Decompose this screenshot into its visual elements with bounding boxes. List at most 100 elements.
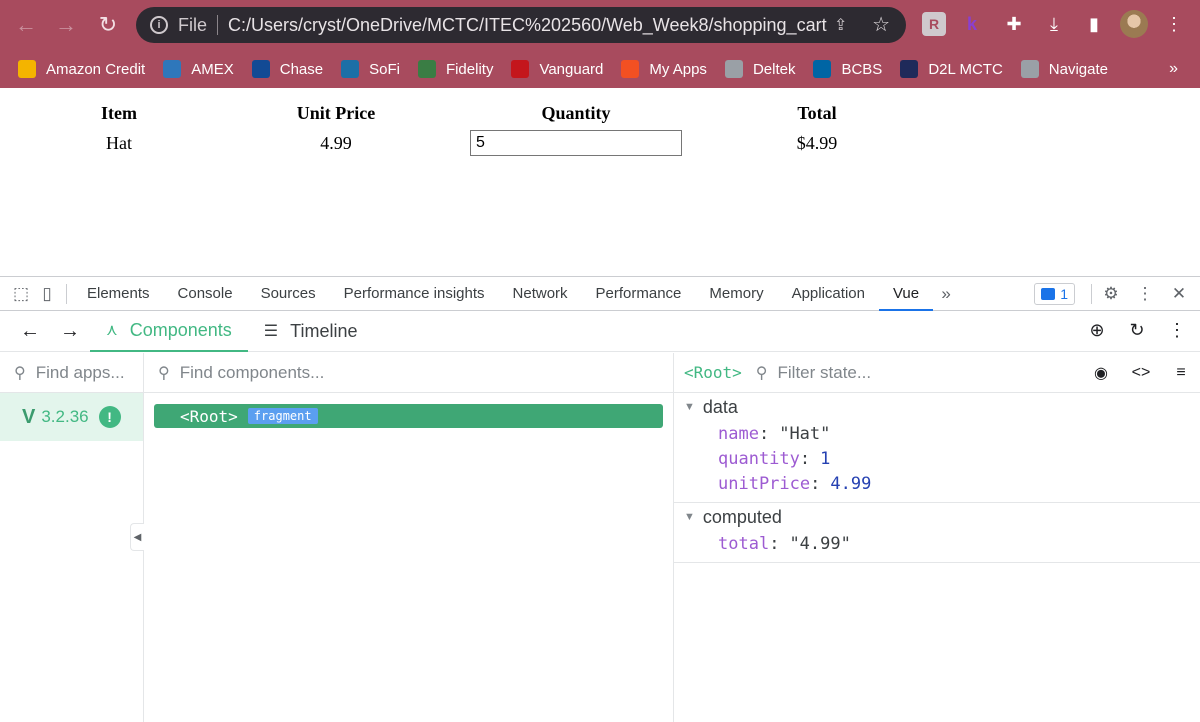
bookmark-favicon-icon xyxy=(813,60,832,78)
close-devtools-icon[interactable]: ✕ xyxy=(1166,281,1192,307)
component-tree-root[interactable]: <Root> fragment xyxy=(154,404,663,428)
search-icon: ⚲ xyxy=(158,364,170,382)
bookmark-fidelity[interactable]: Fidelity xyxy=(417,60,494,78)
vue-menu-icon[interactable]: ⋮ xyxy=(1166,319,1188,341)
forward-icon[interactable]: → xyxy=(46,5,86,45)
bookmark-my-apps[interactable]: My Apps xyxy=(621,60,707,78)
share-icon[interactable]: ⇪ xyxy=(834,15,854,35)
devtools-panel: ⬚ ▯ Elements Console Sources Performance in… xyxy=(0,276,1200,722)
bookmark-deltek[interactable]: Deltek xyxy=(724,60,795,78)
reload-icon[interactable]: ↻ xyxy=(88,5,128,45)
state-prop-name[interactable]: name: "Hat" xyxy=(674,421,1200,446)
bookmark-favicon-icon xyxy=(621,60,640,78)
find-apps-search[interactable]: ⚲ Find apps... xyxy=(0,353,143,393)
expand-triangle-icon[interactable]: ▼ xyxy=(684,401,695,413)
expand-triangle-icon[interactable]: ▼ xyxy=(684,511,695,523)
issues-count: 1 xyxy=(1060,285,1068,302)
device-toolbar-icon[interactable]: ▯ xyxy=(34,281,60,307)
bookmark-star-icon[interactable]: ☆ xyxy=(872,12,890,37)
bookmark-d2l-mctc[interactable]: D2L MCTC xyxy=(900,60,1003,78)
vue-back-icon[interactable]: ← xyxy=(10,311,50,351)
state-section-title[interactable]: ▼ computed xyxy=(674,503,1200,531)
bookmark-chase[interactable]: Chase xyxy=(251,60,324,78)
url-text[interactable]: C:/Users/cryst/OneDrive/MCTC/ITEC%202560… xyxy=(228,15,828,36)
issues-badge[interactable]: 1 xyxy=(1034,282,1075,305)
devtools-tab-application[interactable]: Application xyxy=(778,277,879,311)
devtools-tab-performance-insights[interactable]: Performance insights xyxy=(330,277,499,311)
bookmark-amex[interactable]: AMEX xyxy=(163,60,234,78)
state-section-title[interactable]: ▼ data xyxy=(674,393,1200,421)
bookmark-label: AMEX xyxy=(191,60,234,78)
shopping-cart-table: Item Unit Price Quantity Total Hat 4.99 … xyxy=(36,100,952,160)
bookmark-navigate[interactable]: Navigate xyxy=(1020,60,1108,78)
state-root-label: <Root> xyxy=(684,363,742,382)
bookmark-favicon-icon xyxy=(251,60,270,78)
profile-avatar[interactable] xyxy=(1120,10,1148,38)
vue-devtools-bar: ← → ⋏ Components ☰ Timeline ⊕ ↻ ⋮ xyxy=(0,311,1200,352)
bookmark-bcbs[interactable]: BCBS xyxy=(813,60,882,78)
filter-state-placeholder[interactable]: Filter state... xyxy=(778,363,872,383)
search-icon: ⚲ xyxy=(755,364,768,382)
warning-icon[interactable]: ! xyxy=(98,406,121,428)
address-bar[interactable]: i File C:/Users/cryst/OneDrive/MCTC/ITEC… xyxy=(136,7,906,43)
prop-value: 4.99 xyxy=(830,473,872,494)
state-prop-total[interactable]: total: "4.99" xyxy=(674,531,1200,556)
app-version: 3.2.36 xyxy=(41,407,89,426)
collapse-pane-icon[interactable]: ◀ xyxy=(130,523,144,551)
devtools-tab-vue[interactable]: Vue xyxy=(878,277,934,311)
item-cell: Hat xyxy=(106,132,132,153)
more-tabs-icon[interactable]: » xyxy=(933,281,959,307)
settings-icon[interactable]: ⚙ xyxy=(1098,281,1124,307)
bookmark-label: D2L MCTC xyxy=(928,60,1003,78)
devtools-tab-console[interactable]: Console xyxy=(164,277,247,311)
page-content: Item Unit Price Quantity Total Hat 4.99 … xyxy=(0,88,1200,276)
collapse-all-icon[interactable]: ≡ xyxy=(1170,362,1192,384)
bookmark-vanguard[interactable]: Vanguard xyxy=(511,60,603,78)
bookmark-amazon-credit[interactable]: Amazon Credit xyxy=(18,60,145,78)
inspect-element-icon[interactable]: ⬚ xyxy=(8,281,34,307)
address-separator xyxy=(217,15,219,35)
state-pane: <Root> ⚲ Filter state... ◉ <> ≡ ▼ data nam… xyxy=(674,353,1200,722)
extensions-puzzle-icon[interactable]: ✚ xyxy=(1002,12,1026,36)
browser-menu-icon[interactable]: ⋮ xyxy=(1162,12,1186,36)
vue-logo-icon: V xyxy=(22,405,36,428)
bookmark-label: BCBS xyxy=(841,60,883,78)
devtools-menu-icon[interactable]: ⋮ xyxy=(1132,281,1158,307)
devtools-tab-elements[interactable]: Elements xyxy=(73,277,164,311)
devtools-tab-performance[interactable]: Performance xyxy=(582,277,696,311)
state-prop-quantity[interactable]: quantity:1 xyxy=(674,446,1200,471)
select-component-icon[interactable]: ⊕ xyxy=(1086,319,1108,341)
vue-forward-icon[interactable]: → xyxy=(50,311,90,351)
devtools-tab-sources[interactable]: Sources xyxy=(247,277,330,311)
vue-tab-components[interactable]: ⋏ Components xyxy=(90,311,248,352)
vue-tab-timeline[interactable]: ☰ Timeline xyxy=(248,311,374,352)
refresh-icon[interactable]: ↻ xyxy=(1126,319,1148,341)
bookmarks-bar: Amazon Credit AMEX Chase SoFi Fidelity Vangua… xyxy=(0,50,1200,88)
side-panel-icon[interactable]: ▮ xyxy=(1082,12,1106,36)
download-icon[interactable]: ⤓ xyxy=(1042,12,1066,36)
scroll-to-component-icon[interactable]: ◉ xyxy=(1090,362,1112,384)
back-icon[interactable]: ← xyxy=(6,5,46,45)
bookmark-sofi[interactable]: SoFi xyxy=(341,60,400,78)
extension-r-icon[interactable]: R xyxy=(922,12,946,36)
app-list-item[interactable]: V 3.2.36 ! xyxy=(0,393,143,441)
state-prop-unitprice[interactable]: unitPrice:4.99 xyxy=(674,471,1200,496)
extension-k-icon[interactable]: k xyxy=(960,12,984,36)
code-icon[interactable]: <> xyxy=(1130,362,1152,384)
bookmark-favicon-icon xyxy=(900,60,919,78)
bookmark-label: Navigate xyxy=(1048,60,1108,78)
root-component-name: <Root> xyxy=(180,406,238,426)
quantity-input[interactable] xyxy=(470,130,682,156)
bookmark-label: Chase xyxy=(279,60,324,78)
header-quantity: Quantity xyxy=(541,102,611,123)
prop-colon: : xyxy=(810,473,821,494)
bookmark-label: Fidelity xyxy=(445,60,494,78)
bookmarks-more-icon[interactable]: » xyxy=(1169,60,1178,78)
devtools-tab-network[interactable]: Network xyxy=(499,277,582,311)
bookmark-label: Amazon Credit xyxy=(46,60,146,78)
apps-pane: ⚲ Find apps... V 3.2.36 ! ◀ xyxy=(0,353,144,722)
site-info-icon[interactable]: i xyxy=(150,16,168,34)
find-components-search[interactable]: ⚲ Find components... xyxy=(144,353,673,393)
find-components-placeholder: Find components... xyxy=(179,362,325,382)
devtools-tab-memory[interactable]: Memory xyxy=(695,277,777,311)
